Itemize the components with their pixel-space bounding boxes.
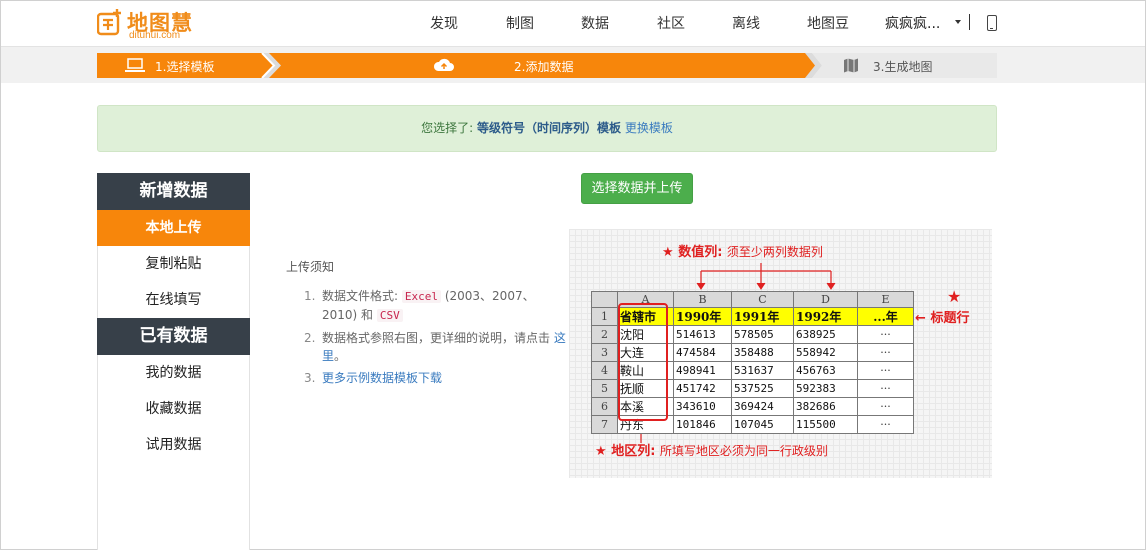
header-cell: 1992年 — [793, 307, 858, 326]
note-text: 数据格式参照右图，更详细的说明，请点击 — [322, 331, 551, 345]
nav-divider — [969, 14, 970, 30]
progress-steps: 1.选择模板 2.添加数据 3.生成地图 — [97, 53, 997, 78]
nav-discover[interactable]: 发现 — [430, 13, 458, 33]
note-item: 3. 更多示例数据模板下载 — [304, 369, 566, 387]
notice-prefix: 您选择了: — [421, 121, 474, 135]
sidebar-item-online-fill[interactable]: 在线填写 — [98, 282, 249, 318]
note-number: 3. — [304, 371, 316, 385]
value-cell: 115500 — [793, 415, 858, 434]
template-notice: 您选择了: 等级符号（时间序列）模板 更换模板 — [97, 105, 997, 152]
logo-subtext: dituhui.com — [129, 30, 181, 41]
row-number: 5 — [591, 379, 618, 398]
note-item: 1. 数据文件格式: Excel (2003、2007、2010) 和 CSV — [304, 287, 566, 325]
column-letter: B — [673, 291, 732, 308]
row-number: 2 — [591, 325, 618, 344]
step-1-label[interactable]: 1.选择模板 — [155, 58, 214, 75]
column-letter: C — [731, 291, 794, 308]
upload-notes-title: 上传须知 — [286, 260, 335, 274]
value-cell: 474584 — [673, 343, 732, 362]
note-number: 2. — [304, 331, 316, 345]
header-cell: 1991年 — [731, 307, 794, 326]
nav-data[interactable]: 数据 — [581, 13, 609, 33]
note-item: 2. 数据格式参照右图，更详细的说明，请点击 这里。 — [304, 329, 566, 365]
select-and-upload-button[interactable]: 选择数据并上传 — [581, 173, 693, 204]
value-cell: 578505 — [731, 325, 794, 344]
nav-make-map[interactable]: 制图 — [506, 13, 534, 33]
value-cell: 558942 — [793, 343, 858, 362]
sidebar-item-trial-data[interactable]: 试用数据 — [98, 427, 249, 463]
step-3-label[interactable]: 3.生成地图 — [873, 58, 932, 75]
value-cell: 498941 — [673, 361, 732, 380]
value-cell: 456763 — [793, 361, 858, 380]
data-format-illustration: ★ 数值列: 须至少两列数据列 ★ ← 标题行 A B C D E 1 省辖市 … — [569, 229, 992, 478]
row-number: 3 — [591, 343, 618, 362]
ellipsis-cell: ··· — [857, 325, 914, 344]
value-cell: 592383 — [793, 379, 858, 398]
sidebar-item-copy-paste[interactable]: 复制粘贴 — [98, 246, 249, 282]
value-cell: 451742 — [673, 379, 732, 398]
left-arrow-icon: ← — [915, 311, 926, 326]
sidebar-item-my-data[interactable]: 我的数据 — [98, 355, 249, 391]
nav-map-beans[interactable]: 地图豆 — [807, 13, 849, 33]
row-number: 4 — [591, 361, 618, 380]
region-column-title: 地区列: — [611, 444, 656, 459]
row-number: 7 — [591, 415, 618, 434]
nav-community[interactable]: 社区 — [657, 13, 685, 33]
format-code-csv: CSV — [376, 309, 403, 322]
star-icon: ★ — [947, 287, 962, 306]
sidebar-item-local-upload[interactable]: 本地上传 — [97, 210, 250, 246]
sidebar-header-existing-data: 已有数据 — [97, 318, 250, 355]
value-cell: 514613 — [673, 325, 732, 344]
change-template-link[interactable]: 更换模板 — [625, 121, 673, 135]
column-letter: D — [793, 291, 858, 308]
ellipsis-cell: ··· — [857, 379, 914, 398]
ellipsis-cell: ··· — [857, 343, 914, 362]
more-templates-download-link[interactable]: 更多示例数据模板下载 — [322, 371, 442, 385]
data-sidebar: 新增数据 本地上传 复制粘贴 在线填写 已有数据 我的数据 收藏数据 试用数据 — [97, 173, 250, 550]
value-cell: 343610 — [673, 397, 732, 416]
column-letter: E — [857, 291, 914, 308]
note-text: 数据文件格式: — [322, 289, 399, 303]
value-cell: 101846 — [673, 415, 732, 434]
region-column-note: ★ 地区列: 所填写地区必须为同一行政级别 — [595, 440, 828, 459]
step-2-label[interactable]: 2.添加数据 — [514, 58, 573, 75]
map-icon — [844, 58, 858, 73]
header-cell: 1990年 — [673, 307, 732, 326]
corner-cell — [591, 291, 618, 308]
sidebar-header-add-data: 新增数据 — [97, 173, 250, 210]
value-cell: 537525 — [731, 379, 794, 398]
top-navbar: 地图慧 dituhui.com 发现 制图 数据 社区 离线 地图豆 疯疯疯..… — [1, 1, 1145, 47]
logo-icon — [97, 9, 121, 36]
ellipsis-cell: ··· — [857, 361, 914, 380]
sidebar-item-favorite-data[interactable]: 收藏数据 — [98, 391, 249, 427]
header-row-title: 标题行 — [930, 311, 970, 326]
value-cell: 369424 — [731, 397, 794, 416]
upload-notes-list: 1. 数据文件格式: Excel (2003、2007、2010) 和 CSV … — [304, 287, 566, 391]
region-column-desc: 所填写地区必须为同一行政级别 — [659, 444, 828, 458]
selected-template: 等级符号（时间序列）模板 — [477, 121, 622, 135]
logo[interactable]: 地图慧 dituhui.com — [97, 6, 207, 42]
row-number: 1 — [591, 307, 618, 326]
user-menu[interactable]: 疯疯疯... — [885, 13, 940, 33]
star-icon: ★ — [595, 444, 607, 459]
nav-offline[interactable]: 离线 — [732, 13, 760, 33]
header-cell: ...年 — [857, 307, 914, 326]
mobile-phone-icon[interactable] — [987, 15, 997, 31]
note-number: 1. — [304, 289, 316, 303]
value-cell: 638925 — [793, 325, 858, 344]
format-code-excel: Excel — [401, 290, 441, 303]
laptop-icon — [125, 58, 145, 72]
chevron-down-icon[interactable] — [955, 20, 961, 24]
value-cell: 382686 — [793, 397, 858, 416]
value-cell: 531637 — [731, 361, 794, 380]
ellipsis-cell: ··· — [857, 397, 914, 416]
header-row-note: ← 标题行 — [915, 307, 969, 326]
ellipsis-cell: ··· — [857, 415, 914, 434]
region-column-highlight — [618, 303, 668, 421]
note-text: 。 — [334, 349, 347, 363]
cloud-upload-icon — [433, 58, 454, 71]
value-cell: 107045 — [731, 415, 794, 434]
value-cell: 358488 — [731, 343, 794, 362]
row-number: 6 — [591, 397, 618, 416]
